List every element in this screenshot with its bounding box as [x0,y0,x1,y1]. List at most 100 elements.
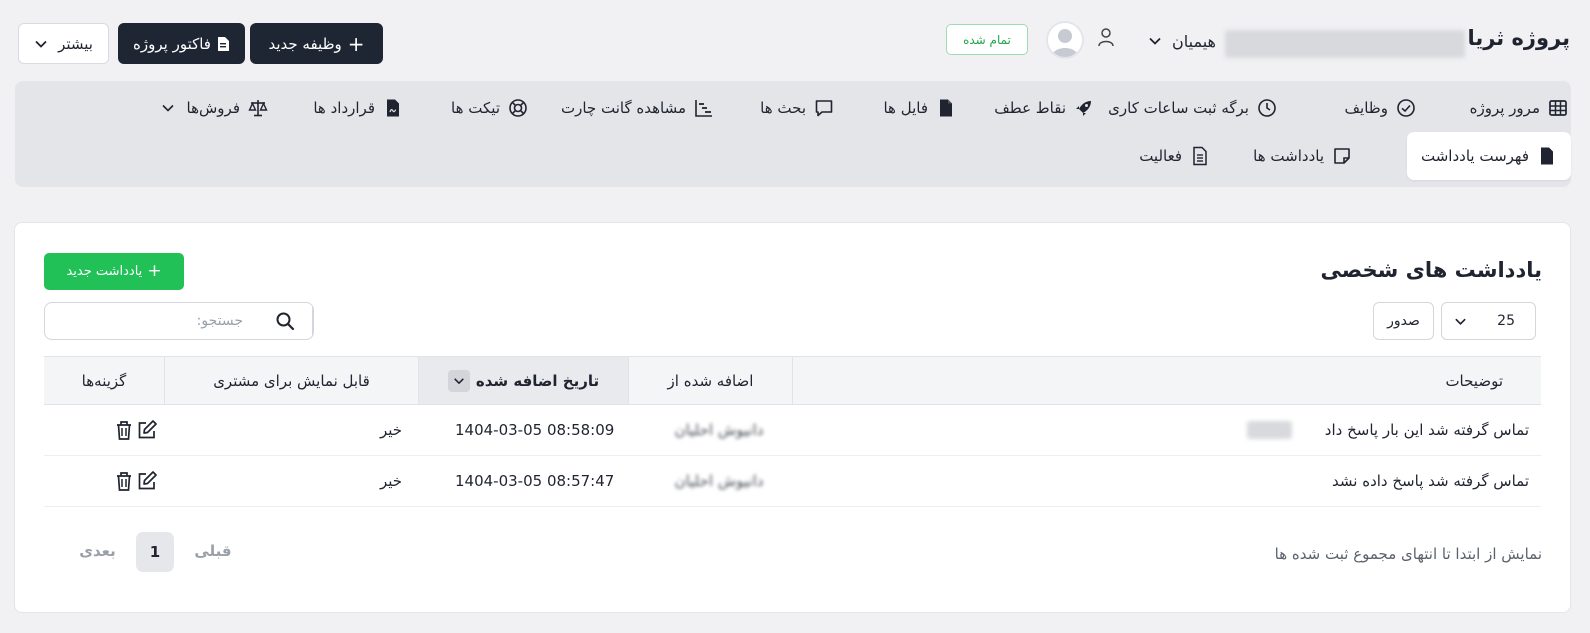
column-added-by[interactable]: اضافه شده از [628,357,792,404]
page-length-value: 25 [1497,313,1515,329]
new-task-label: وظیفه جدید [268,34,342,53]
chevron-down-icon [1455,318,1466,325]
edit-icon[interactable] [136,470,158,492]
user-icon[interactable] [1097,27,1115,51]
tab-activity[interactable]: فعالیت [1139,144,1210,168]
tab-label: قرارداد ها [313,99,375,117]
tab-notes[interactable]: یادداشت ها [1253,144,1352,168]
row-actions [114,405,158,455]
chevron-down-icon [161,104,174,112]
sticky-note-icon [1334,148,1350,164]
cell-date: 1404-03-05 08:58:09 [455,421,615,439]
scale-icon [248,100,268,117]
column-description[interactable]: توضیحات [792,357,1541,404]
page-title: یادداشت های شخصی [1320,258,1542,282]
export-label: صدور [1387,313,1420,329]
delete-icon[interactable] [114,419,134,441]
column-label: قابل نمایش برای مشتری [213,371,370,390]
project-title-redaction [1225,30,1465,58]
column-visible-to-customer[interactable]: قابل نمایش برای مشتری [164,357,418,404]
added-by-value: دانیوش احلیان [674,472,764,490]
gantt-icon [695,100,712,117]
tab-gantt-chart[interactable]: مشاهده گانت چارت [561,96,714,120]
lifebuoy-icon [509,99,527,117]
project-title: پروژه ثریا [1467,26,1570,50]
tab-notes-list[interactable]: فهرست یادداشت [1407,132,1571,180]
status-badge: تمام شده [946,24,1028,55]
file-icon [940,99,952,117]
more-dropdown-button[interactable]: بیشتر [18,23,109,64]
tab-label: فعالیت [1139,147,1182,165]
column-date-added[interactable]: تاریخ اضافه شده [418,357,628,404]
avatar[interactable] [1046,21,1084,59]
file-icon [1541,147,1553,165]
cell-date: 1404-03-05 08:57:47 [455,472,615,490]
chat-icon [815,100,833,117]
table-row: تماس گرفته شد این بار پاسخ داد دانیوش اح… [44,405,1541,456]
invoice-label: فاکتور پروژه [133,34,211,53]
cell-description: تماس گرفته شد پاسخ داده نشد [1332,472,1529,490]
cell-visible: خیر [380,472,403,490]
tab-label: برگه ثبت ساعات کاری [1108,99,1249,117]
tab-label: فروش‌ها [186,99,240,117]
new-note-label: یادداشت جدید [66,264,143,279]
new-note-button[interactable]: + یادداشت جدید [44,253,184,290]
tab-label: نقاط عطف [994,99,1066,117]
sort-desc-icon [447,369,470,392]
tab-discussions[interactable]: بحث ها [760,96,834,120]
client-name: هیمیان [1172,31,1216,51]
new-task-button[interactable]: + وظیفه جدید [250,23,383,64]
more-label: بیشتر [58,34,93,53]
pager-previous[interactable]: قبلی [188,531,238,571]
search-icon [276,312,294,331]
tab-tasks[interactable]: وظایف [1345,96,1416,120]
row-actions [114,456,158,506]
tab-label: بحث ها [760,99,806,117]
tab-label: وظایف [1344,99,1388,117]
cell-added-by: دانیوش احلیان [659,405,779,455]
project-invoice-button[interactable]: فاکتور پروژه [118,23,245,64]
client-selector[interactable]: هیمیان [1148,28,1216,54]
plus-icon: + [147,261,162,281]
check-circle-icon [1397,99,1415,117]
pager-current-page[interactable]: 1 [136,532,174,572]
column-label: توضیحات [1445,371,1503,390]
tab-milestones[interactable]: نقاط عطف [994,96,1094,120]
tab-sales[interactable]: فروش‌ها [161,96,268,120]
invoice-icon [217,36,229,51]
description-redaction [1247,421,1292,439]
table-header: توضیحات اضافه شده از تاریخ اضافه شده قاب… [44,356,1541,405]
column-options: گزینه‌ها [44,357,164,404]
tab-contracts[interactable]: قرارداد ها [313,96,403,120]
delete-icon[interactable] [114,470,134,492]
contract-icon [387,99,399,117]
export-button[interactable]: صدور [1373,302,1434,340]
added-by-value: دانیوش احلیان [674,421,764,439]
grid-icon [1549,100,1567,116]
tab-timesheets[interactable]: برگه ثبت ساعات کاری [1108,96,1277,120]
cell-added-by: دانیوش احلیان [659,456,779,506]
search-button[interactable] [257,303,313,339]
chevron-down-icon [1149,37,1161,45]
plus-icon: + [347,31,365,56]
search-input[interactable] [45,303,257,339]
document-icon [1193,146,1207,166]
column-label: اضافه شده از [667,371,754,390]
tab-label: فهرست یادداشت [1421,147,1529,165]
tab-label: یادداشت ها [1253,147,1324,165]
pager-next[interactable]: بعدی [70,531,125,571]
tab-label: مشاهده گانت چارت [561,99,686,117]
table-row: تماس گرفته شد پاسخ داده نشد دانیوش احلیا… [44,456,1541,507]
tab-label: مرور پروژه [1469,99,1540,117]
tab-tickets[interactable]: تیکت ها [451,96,528,120]
chevron-down-icon [35,40,47,48]
column-label: گزینه‌ها [81,371,127,390]
cell-visible: خیر [380,421,403,439]
tab-files[interactable]: فایل ها [883,96,956,120]
edit-icon[interactable] [136,419,158,441]
page-length-select[interactable]: 25 [1441,302,1536,340]
tab-project-overview[interactable]: مرور پروژه [1470,96,1568,120]
tab-label: فایل ها [883,99,928,117]
search-box [44,302,314,340]
clock-icon [1258,99,1276,117]
